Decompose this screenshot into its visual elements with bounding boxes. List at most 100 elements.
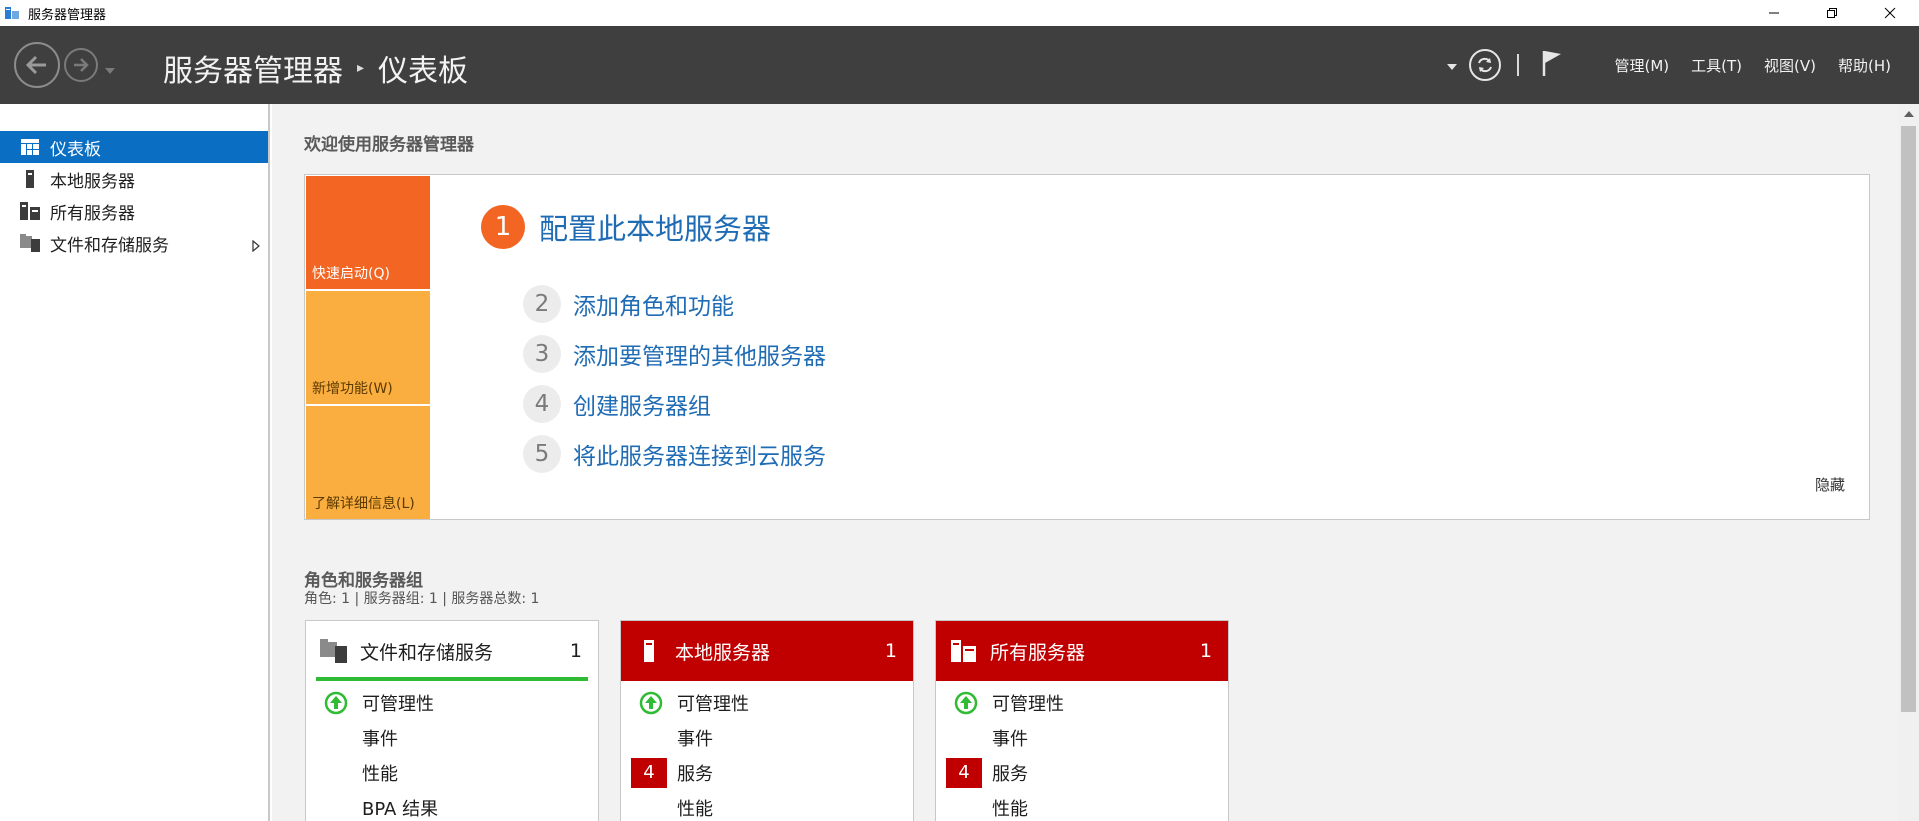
card-header[interactable]: 本地服务器 1: [621, 621, 913, 681]
sidebar: 仪表板 本地服务器 所有服务器 文件和存储服务: [0, 104, 270, 821]
all-servers-icon: [950, 637, 978, 665]
step-create-group[interactable]: 4 创建服务器组: [523, 385, 826, 423]
row-label: BPA 结果: [362, 798, 439, 820]
forward-arrow-icon: [74, 58, 89, 72]
sidebar-item-all-servers[interactable]: 所有服务器: [0, 195, 268, 227]
menu-tools[interactable]: 工具(T): [1691, 55, 1742, 76]
sidebar-item-dashboard[interactable]: 仪表板: [0, 131, 268, 163]
forward-button[interactable]: [64, 48, 98, 82]
row-label: 性能: [677, 798, 713, 820]
row-label: 事件: [362, 728, 398, 750]
local-server-icon: [635, 637, 663, 665]
server-manager-app-icon: [4, 5, 20, 21]
sidebar-item-local-server[interactable]: 本地服务器: [0, 163, 268, 195]
sidebar-item-label: 仪表板: [50, 139, 101, 160]
alert-count-badge: 4: [631, 757, 667, 788]
step-number: 1: [481, 205, 525, 249]
step-number: 4: [523, 385, 561, 423]
role-card-all-servers[interactable]: 所有服务器 1 可管理性 事件 4 服务 性能: [935, 620, 1229, 821]
scroll-up-button[interactable]: [1898, 104, 1919, 124]
step-add-servers[interactable]: 3 添加要管理的其他服务器: [523, 335, 826, 373]
sidebar-item-label: 所有服务器: [50, 203, 135, 224]
step-number: 2: [523, 285, 561, 323]
row-label: 性能: [362, 763, 398, 785]
card-row-performance[interactable]: 性能: [306, 755, 598, 790]
step-number: 5: [523, 435, 561, 473]
window-title: 服务器管理器: [28, 7, 107, 23]
menu-view[interactable]: 视图(V): [1764, 55, 1816, 76]
menu-manage[interactable]: 管理(M): [1615, 55, 1670, 76]
expand-arrow-icon[interactable]: [252, 237, 260, 257]
step-connect-cloud[interactable]: 5 将此服务器连接到云服务: [523, 435, 826, 473]
card-row-manageability[interactable]: 可管理性: [621, 685, 913, 720]
card-title: 本地服务器: [675, 641, 771, 664]
step-link[interactable]: 创建服务器组: [573, 387, 711, 421]
step-link[interactable]: 添加角色和功能: [573, 287, 734, 321]
tile-whats-new[interactable]: 新增功能(W): [306, 291, 430, 404]
card-row-events[interactable]: 事件: [936, 720, 1228, 755]
refresh-icon: [1477, 57, 1492, 73]
step-link[interactable]: 将此服务器连接到云服务: [573, 437, 826, 471]
main-content: 欢迎使用服务器管理器 快速启动(Q) 新增功能(W) 了解详细信息(L) 1 配…: [272, 104, 1898, 821]
hide-link[interactable]: 隐藏: [1815, 474, 1845, 495]
card-row-performance[interactable]: 性能: [936, 790, 1228, 821]
row-label: 性能: [992, 798, 1028, 820]
status-ok-icon: [631, 688, 671, 718]
refresh-dropdown[interactable]: [1446, 56, 1457, 75]
restore-button[interactable]: [1803, 0, 1861, 26]
sidebar-item-label: 本地服务器: [50, 171, 135, 192]
role-card-file-storage[interactable]: 文件和存储服务 1 可管理性 事件 性能 BPA 结果: [305, 620, 599, 821]
step-link[interactable]: 配置此本地服务器: [539, 206, 771, 248]
scrollbar-thumb[interactable]: [1901, 126, 1916, 712]
sidebar-item-label: 文件和存储服务: [50, 235, 169, 256]
step-link[interactable]: 添加要管理的其他服务器: [573, 337, 826, 371]
vertical-scrollbar[interactable]: [1898, 104, 1919, 821]
tile-quick-start[interactable]: 快速启动(Q): [306, 176, 430, 289]
history-dropdown[interactable]: [104, 60, 116, 79]
flag-icon: [1542, 51, 1561, 76]
status-ok-icon: [316, 688, 356, 718]
breadcrumb-separator: ▸: [357, 60, 365, 76]
close-button[interactable]: [1861, 0, 1919, 26]
step-configure-local-server[interactable]: 1 配置此本地服务器: [481, 205, 771, 249]
tile-learn-more[interactable]: 了解详细信息(L): [306, 406, 430, 519]
role-card-local-server[interactable]: 本地服务器 1 可管理性 事件 4 服务 性能: [620, 620, 914, 821]
breadcrumb-root[interactable]: 服务器管理器: [163, 46, 343, 90]
minimize-button[interactable]: [1745, 0, 1803, 26]
chevron-down-icon: [1446, 63, 1457, 70]
card-count: 1: [1199, 640, 1212, 662]
card-row-bpa[interactable]: BPA 结果: [306, 790, 598, 821]
chevron-up-icon: [1903, 111, 1914, 117]
card-row-services[interactable]: 4 服务: [936, 755, 1228, 790]
roles-summary: 角色: 1 | 服务器组: 1 | 服务器总数: 1: [304, 591, 540, 607]
tile-label: 了解详细信息(L): [312, 496, 415, 512]
breadcrumb: 服务器管理器 ▸ 仪表板: [163, 46, 468, 90]
menu-help[interactable]: 帮助(H): [1838, 55, 1891, 76]
card-row-events[interactable]: 事件: [621, 720, 913, 755]
status-ok-icon: [946, 688, 986, 718]
step-add-roles[interactable]: 2 添加角色和功能: [523, 285, 826, 323]
file-storage-icon: [20, 233, 40, 253]
step-number: 3: [523, 335, 561, 373]
card-row-services[interactable]: 4 服务: [621, 755, 913, 790]
refresh-button[interactable]: [1468, 49, 1501, 81]
chevron-down-icon: [105, 68, 115, 74]
sidebar-item-file-storage[interactable]: 文件和存储服务: [0, 227, 268, 259]
card-title: 所有服务器: [990, 641, 1086, 664]
row-label: 事件: [677, 728, 713, 750]
row-label: 事件: [992, 728, 1028, 750]
card-header[interactable]: 文件和存储服务 1: [306, 621, 598, 681]
card-row-events[interactable]: 事件: [306, 720, 598, 755]
card-row-manageability[interactable]: 可管理性: [306, 685, 598, 720]
alert-count-badge: 4: [946, 757, 982, 788]
row-label: 服务: [992, 763, 1028, 785]
close-icon: [1884, 7, 1896, 19]
card-row-performance[interactable]: 性能: [621, 790, 913, 821]
card-count: 1: [884, 640, 897, 662]
back-button[interactable]: [14, 42, 60, 88]
card-row-manageability[interactable]: 可管理性: [936, 685, 1228, 720]
back-arrow-icon: [25, 55, 46, 75]
tile-label: 新增功能(W): [312, 381, 393, 397]
notifications-button[interactable]: [1541, 49, 1563, 81]
card-header[interactable]: 所有服务器 1: [936, 621, 1228, 681]
